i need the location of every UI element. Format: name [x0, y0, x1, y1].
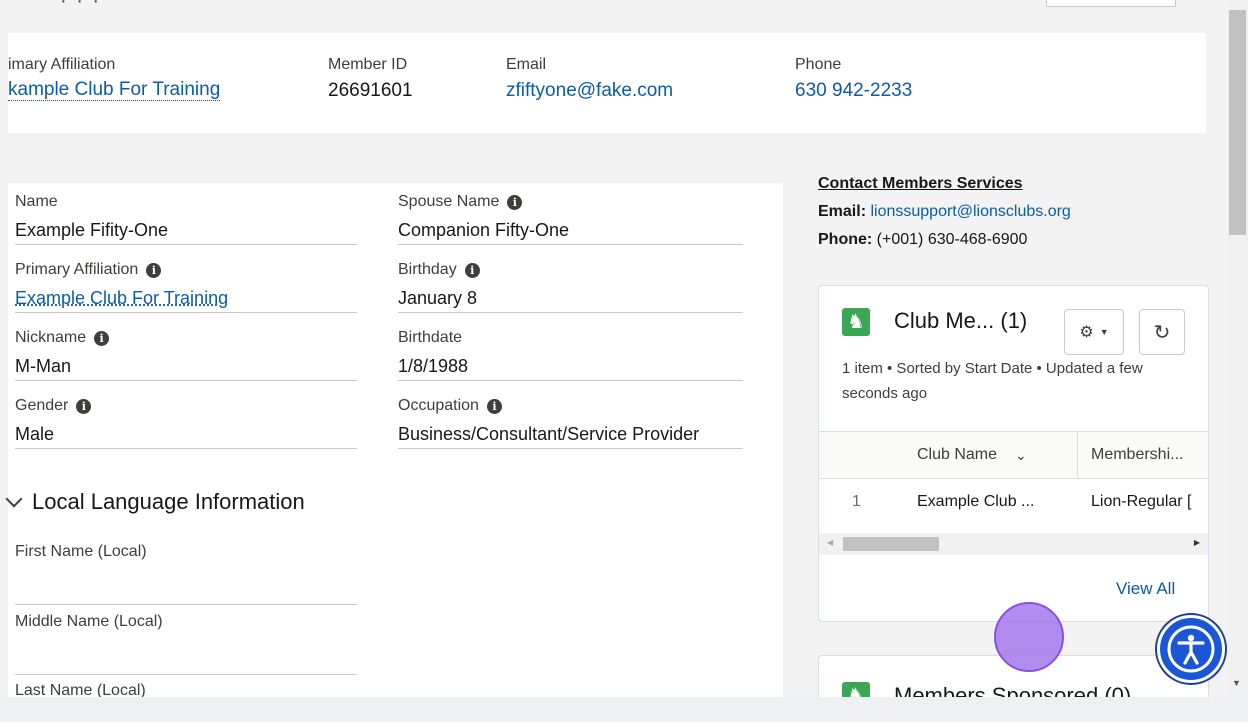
card-title[interactable]: Club Me... (1) [894, 308, 1027, 334]
field-middle-name-local: Middle Name (Local) [15, 611, 357, 675]
field-label: Birthdate [398, 329, 463, 346]
field-label: Birthday [398, 261, 457, 278]
phone-link[interactable]: 630 942-2233 [795, 80, 912, 102]
refresh-icon: ↻ [1153, 321, 1171, 344]
highlight-member-id: Member ID 26691601 [328, 56, 413, 102]
info-icon[interactable]: i [507, 194, 523, 210]
spouse-name-value: Companion Fifty-One [398, 220, 570, 240]
field-label: Middle Name (Local) [15, 613, 163, 630]
info-icon[interactable]: i [94, 330, 110, 346]
table-row[interactable]: 1 Example Club ... Lion-Regular [ [819, 479, 1208, 527]
accessibility-icon [1167, 625, 1215, 673]
horizontal-scrollbar[interactable]: ◀ ▶ [819, 533, 1208, 555]
field-label: Gender [15, 397, 69, 414]
highlights-panel: imary Affiliation kample Club For Traini… [8, 33, 1206, 133]
scroll-down-arrow-icon[interactable]: ▼ [1232, 678, 1241, 688]
highlight-label: Email [506, 56, 547, 73]
card-title[interactable]: Members Sponsored (0) [894, 683, 1131, 697]
info-icon[interactable]: i [464, 262, 480, 278]
field-primary-affiliation: Primary Affiliation i Example Club For Tr… [15, 259, 357, 313]
nickname-value: M-Man [15, 356, 72, 376]
field-gender: Gender i Male [15, 395, 357, 449]
occupation-value: Business/Consultant/Service Provider [398, 424, 700, 444]
table-header: Club Name ⌄ Membershi... [819, 432, 1208, 479]
field-label: Name [15, 193, 58, 210]
field-birthdate: Birthdate 1/8/1988 [398, 327, 743, 381]
column-header-club-name[interactable]: Club Name ⌄ [917, 432, 1077, 478]
field-nickname: Nickname i M-Man [15, 327, 357, 381]
column-label: Membershi... [1091, 446, 1184, 463]
member-id-value: 26691601 [328, 80, 413, 101]
birthdate-value: 1/8/1988 [398, 356, 469, 376]
field-name: Name Example Fifity-One [15, 191, 357, 245]
chevron-down-icon[interactable]: ⌄ [1015, 447, 1027, 464]
record-page: · · · imary Affiliation kample Club For … [0, 0, 1227, 697]
settings-menu-button[interactable]: ⚙ ▼ [1064, 309, 1124, 355]
field-label: Spouse Name [398, 193, 500, 210]
highlight-label: Member ID [328, 56, 408, 73]
gender-value: Male [15, 424, 55, 444]
scrollbar-thumb[interactable] [843, 537, 939, 551]
field-occupation: Occupation i Business/Consultant/Service … [398, 395, 743, 449]
field-last-name-local: Last Name (Local) [15, 680, 357, 697]
email-link[interactable]: zfiftyone@fake.com [506, 80, 673, 102]
contact-phone-label: Phone: [818, 231, 873, 248]
column-label: Club Name [917, 446, 998, 463]
local-language-section-toggle[interactable]: Local Language Information [5, 489, 305, 515]
highlight-label: Phone [795, 56, 842, 73]
scrollbar-thumb[interactable] [1229, 10, 1246, 235]
primary-affiliation-value-link[interactable]: Example Club For Training [15, 288, 357, 312]
name-value: Example Fifity-One [15, 220, 169, 240]
primary-affiliation-link[interactable]: kample Club For Training [8, 80, 221, 101]
field-birthday: Birthday i January 8 [398, 259, 743, 313]
field-label: First Name (Local) [15, 543, 147, 560]
birthday-value: January 8 [398, 288, 478, 308]
section-title: Local Language Information [32, 489, 305, 514]
field-label: Last Name (Local) [15, 682, 146, 697]
highlight-label: imary Affiliation [8, 56, 116, 73]
club-icon: ♞ [842, 682, 870, 697]
contact-phone-value: (+001) 630-468-6900 [876, 231, 1028, 248]
scroll-left-arrow-icon[interactable]: ◀ [827, 538, 833, 547]
club-table: Club Name ⌄ Membershi... 1 Example Club … [819, 431, 1208, 558]
refresh-button[interactable]: ↻ [1139, 309, 1185, 355]
info-icon[interactable]: i [146, 262, 162, 278]
highlight-primary-affiliation: imary Affiliation kample Club For Traini… [8, 56, 221, 101]
club-icon: ♞ [842, 308, 870, 336]
list-meta: 1 item • Sorted by Start Date • Updated … [842, 360, 1143, 402]
click-indicator [994, 602, 1064, 672]
row-club-name[interactable]: Example Club ... [917, 493, 1034, 511]
field-first-name-local: First Name (Local) [15, 541, 357, 605]
contact-members-services: Contact Members Services Email: lionssup… [818, 170, 1071, 254]
header-remnant: · · · [0, 0, 1227, 22]
contact-heading[interactable]: Contact Members Services [818, 170, 1071, 198]
row-number: 1 [852, 493, 861, 510]
info-icon[interactable]: i [76, 398, 92, 414]
chevron-down-icon [5, 490, 23, 508]
field-label: Nickname [15, 329, 87, 346]
vertical-scrollbar[interactable]: ▼ [1227, 0, 1248, 697]
contact-email-link[interactable]: lionssupport@lionsclubs.org [870, 203, 1070, 220]
view-all-link[interactable]: View All [1116, 579, 1175, 599]
field-label: Primary Affiliation [15, 261, 139, 278]
highlight-phone: Phone 630 942-2233 [795, 56, 912, 102]
scroll-right-arrow-icon[interactable]: ▶ [1194, 538, 1200, 547]
club-memberships-card: ♞ Club Me... (1) ⚙ ▼ ↻ 1 item • Sorted b… [818, 285, 1209, 622]
column-header-membership[interactable]: Membershi... [1077, 432, 1208, 478]
caret-down-icon: ▼ [1099, 327, 1109, 337]
contact-email-label: Email: [818, 203, 867, 220]
gear-icon: ⚙ [1079, 324, 1094, 341]
highlight-email: Email zfiftyone@fake.com [506, 56, 673, 102]
row-membership: Lion-Regular [ [1091, 493, 1192, 510]
details-panel: Name Example Fifity-One Spouse Name i Com… [5, 183, 783, 697]
header-text-fragment: · · · [60, 0, 102, 12]
field-label: Occupation [398, 397, 479, 414]
accessibility-button[interactable] [1157, 615, 1225, 683]
header-button[interactable] [1046, 0, 1176, 7]
field-spouse-name: Spouse Name i Companion Fifty-One [398, 191, 743, 245]
info-icon[interactable]: i [486, 398, 502, 414]
